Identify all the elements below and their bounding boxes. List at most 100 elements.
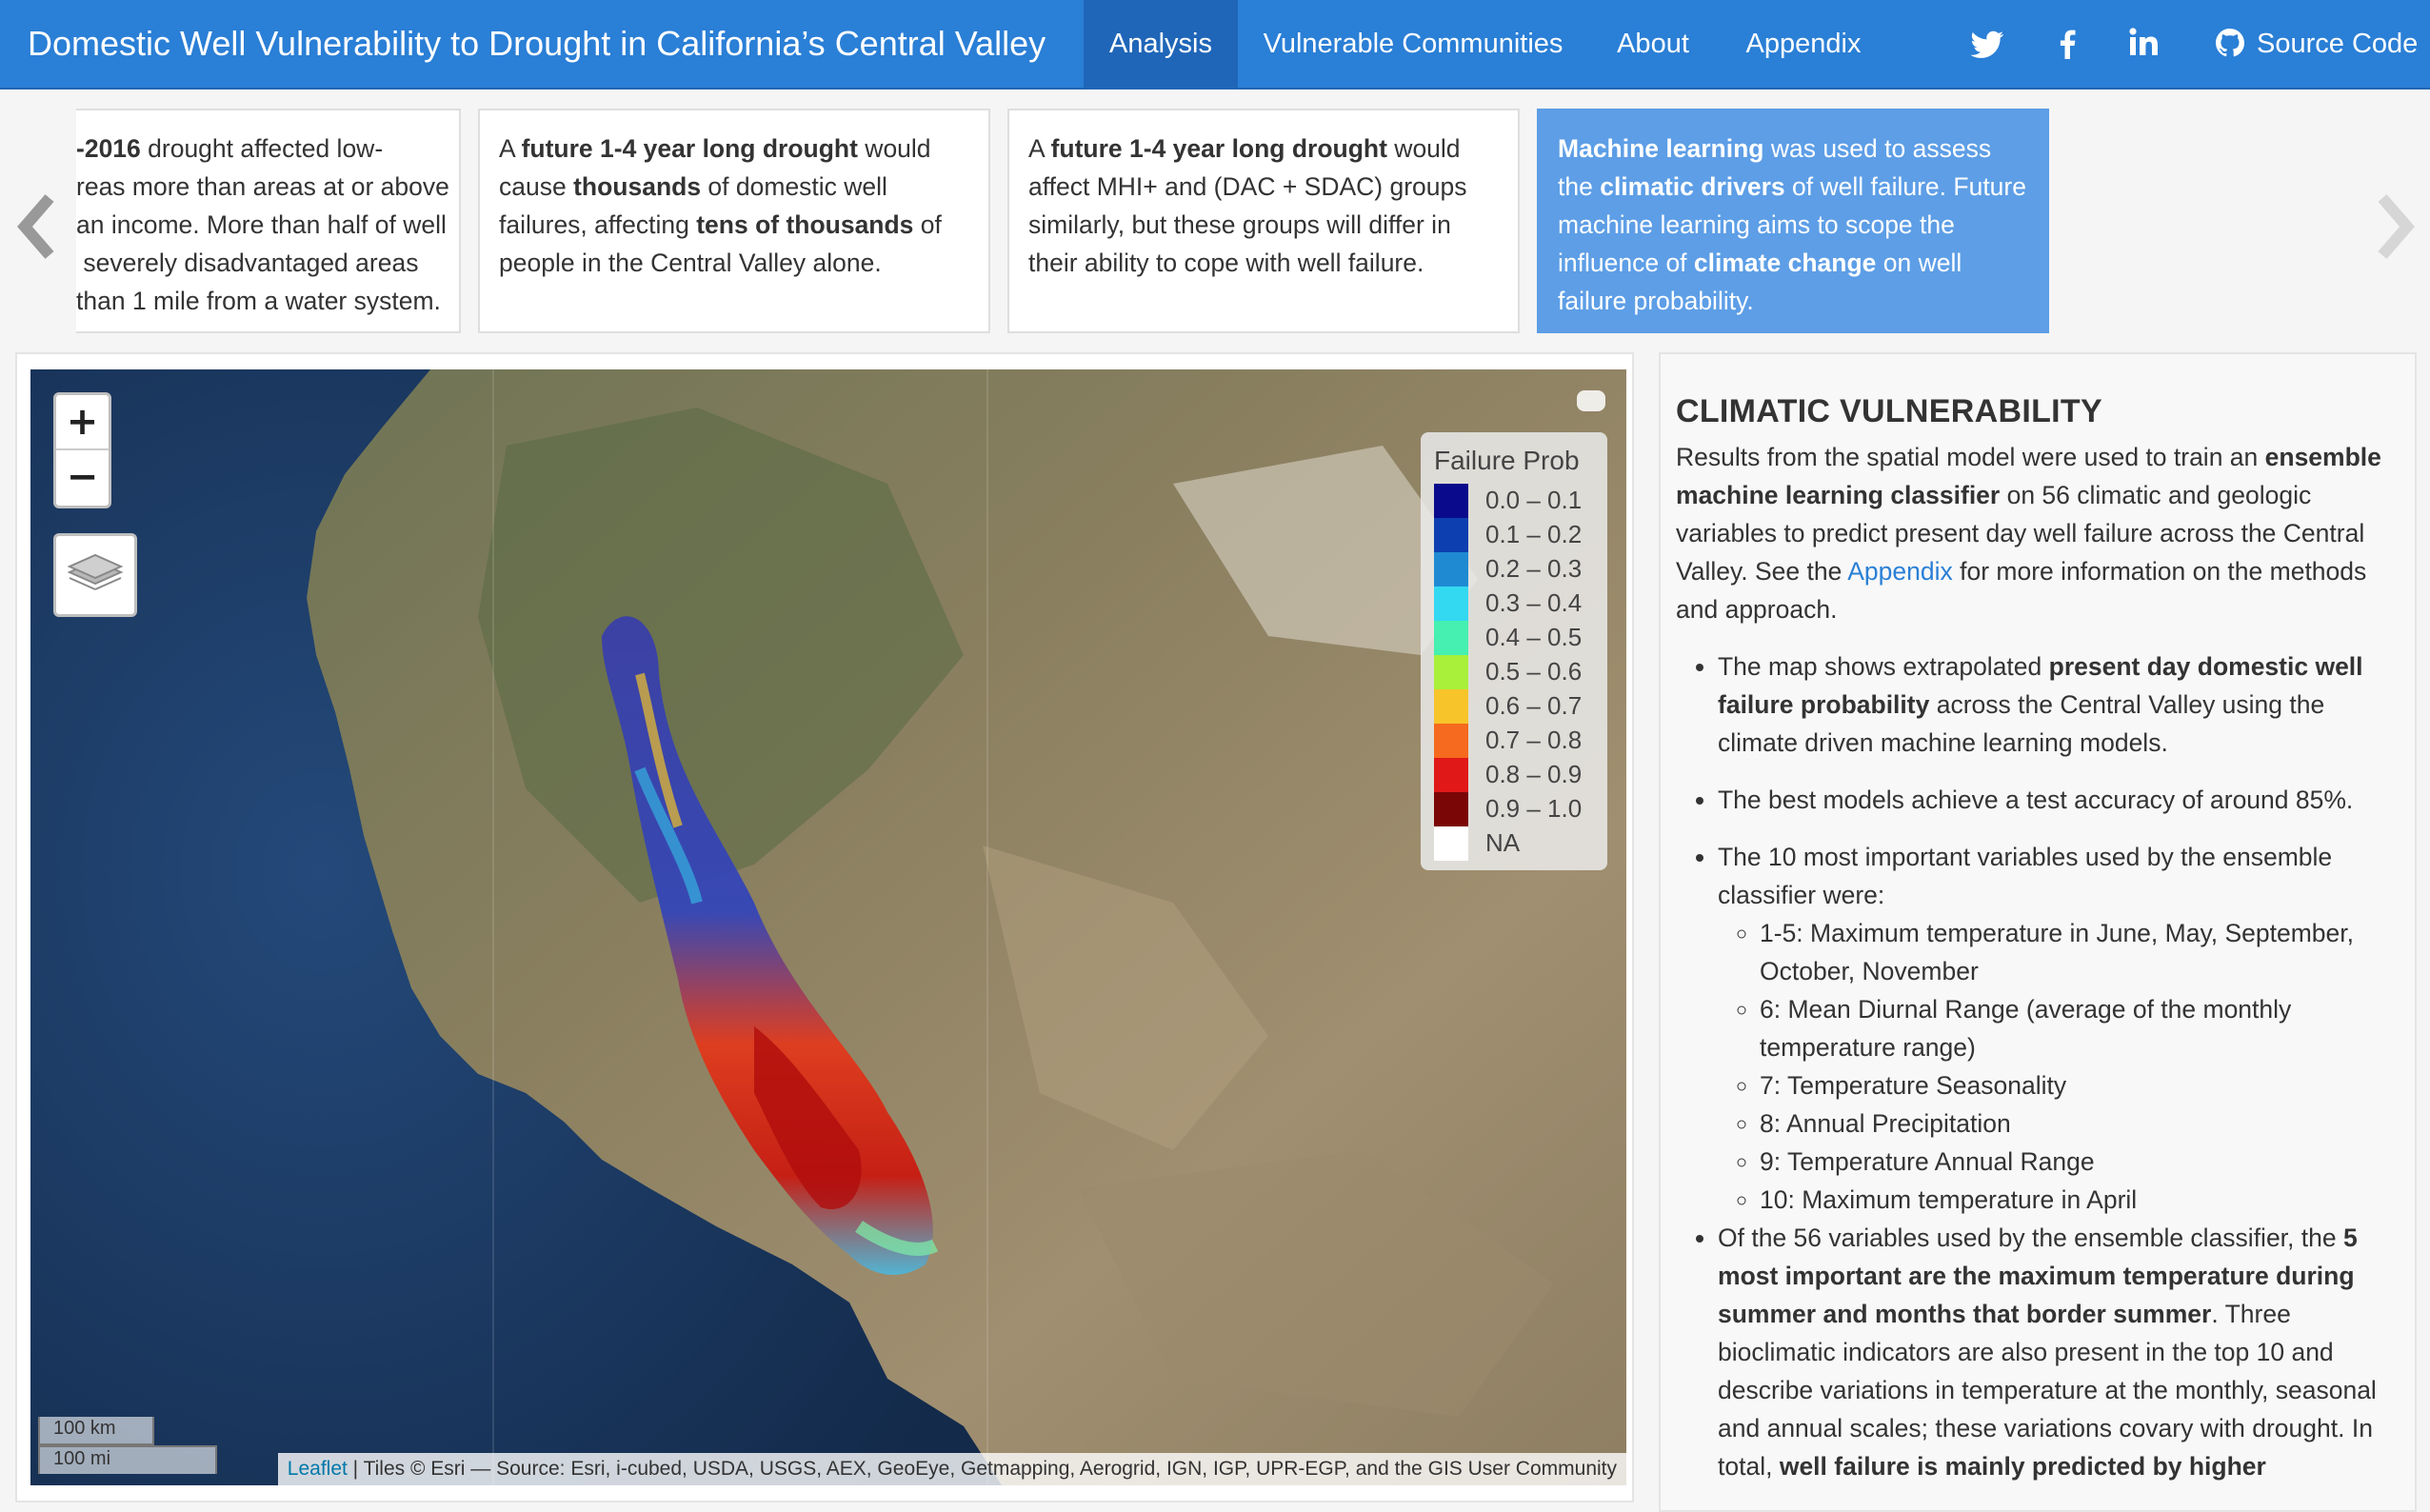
intro-paragraph: Results from the spatial model were used… — [1676, 438, 2401, 628]
summary-card-1[interactable]: -2016 drought affected low- reas more th… — [76, 109, 461, 333]
card4-bold: climate change — [1693, 249, 1877, 277]
card2-bold: tens of thousands — [696, 210, 914, 239]
legend-label: 0.0 – 0.1 — [1485, 486, 1583, 514]
legend-label: NA — [1485, 828, 1521, 857]
leaflet-link[interactable]: Leaflet — [288, 1458, 348, 1480]
map-attribution: Leaflet | Tiles © Esri — Source: Esri, i… — [277, 1453, 1626, 1485]
summary-card-2[interactable]: A future 1-4 year long drought would cau… — [478, 109, 990, 333]
linkedin-icon[interactable] — [2121, 19, 2167, 69]
list-item: Of the 56 variables used by the ensemble… — [1718, 1219, 2401, 1485]
card1-line1: drought affected low- — [140, 134, 384, 163]
list-item: The 10 most important variables used by … — [1718, 838, 2401, 1219]
card2-bold: thousands — [573, 172, 702, 201]
legend-swatch — [1434, 758, 1468, 792]
facebook-icon[interactable] — [2045, 19, 2091, 69]
findings-list: The map shows extrapolated present day d… — [1718, 647, 2401, 1485]
tab-appendix[interactable]: Appendix — [1718, 0, 1889, 88]
item-bold: well failure is mainly predicted by high… — [1779, 1452, 2266, 1481]
legend-label: 0.7 – 0.8 — [1485, 726, 1583, 754]
variable-item: 7: Temperature Seasonality — [1760, 1066, 2401, 1104]
legend-swatch — [1434, 792, 1468, 826]
legend-row: 0.4 – 0.5 — [1434, 621, 1607, 655]
legend-row: 0.9 – 1.0 — [1434, 792, 1607, 826]
carousel-prev-arrow[interactable] — [13, 189, 61, 265]
layers-toggle-button[interactable] — [53, 533, 137, 617]
legend-label: 0.5 – 0.6 — [1485, 657, 1583, 686]
card4-bold: Machine learning — [1558, 134, 1764, 163]
legend-row: 0.3 – 0.4 — [1434, 587, 1607, 621]
variable-item: 9: Temperature Annual Range — [1760, 1143, 2401, 1181]
panel-heading: CLIMATIC VULNERABILITY — [1676, 393, 2102, 429]
tab-vulnerable-communities[interactable]: Vulnerable Communities — [1238, 0, 1588, 88]
legend-swatch — [1434, 621, 1468, 655]
legend-swatch — [1434, 826, 1468, 861]
legend-label: 0.9 – 1.0 — [1485, 794, 1583, 823]
legend-row: 0.1 – 0.2 — [1434, 518, 1607, 552]
legend-label: 0.6 – 0.7 — [1485, 691, 1583, 720]
zoom-control: + − — [53, 392, 111, 508]
satellite-basemap — [30, 369, 1626, 1485]
failure-prob-legend: Failure Prob 0.0 – 0.1 0.1 – 0.2 0.2 – 0.3… — [1421, 432, 1607, 870]
legend-toggle-button[interactable] — [1577, 390, 1605, 411]
card2-text: A — [499, 134, 522, 163]
card1-line4: severely disadvantaged areas — [76, 249, 419, 277]
legend-row: 0.5 – 0.6 — [1434, 655, 1607, 689]
legend-swatch — [1434, 518, 1468, 552]
legend-label: 0.3 – 0.4 — [1485, 588, 1583, 617]
legend-label: 0.4 – 0.5 — [1485, 623, 1583, 651]
carousel-next-arrow[interactable] — [2371, 189, 2419, 265]
scale-bar-mi: 100 mi — [38, 1445, 217, 1474]
zoom-in-button[interactable]: + — [56, 395, 109, 450]
legend-label: 0.1 – 0.2 — [1485, 520, 1583, 548]
legend-swatch — [1434, 724, 1468, 758]
legend-swatch — [1434, 587, 1468, 621]
legend-swatch — [1434, 655, 1468, 689]
scale-bar-km: 100 km — [38, 1417, 154, 1445]
legend-row: 0.8 – 0.9 — [1434, 758, 1607, 792]
attribution-text: | Tiles © Esri — Source: Esri, i-cubed, … — [347, 1458, 1617, 1480]
legend-row: 0.7 – 0.8 — [1434, 724, 1607, 758]
legend-row: 0.2 – 0.3 — [1434, 552, 1607, 587]
top-variables-list: 1-5: Maximum temperature in June, May, S… — [1760, 914, 2401, 1219]
zoom-out-button[interactable]: − — [56, 450, 109, 506]
github-icon[interactable] — [2207, 19, 2253, 69]
legend-row: NA — [1434, 826, 1607, 861]
card2-bold: future 1-4 year long drought — [521, 134, 858, 163]
layers-icon — [67, 553, 124, 590]
card1-line2: reas more than areas at or above — [76, 172, 449, 201]
variable-item: 8: Annual Precipitation — [1760, 1104, 2401, 1143]
appendix-link[interactable]: Appendix — [1847, 557, 1953, 586]
tab-about[interactable]: About — [1588, 0, 1718, 88]
legend-label: 0.2 – 0.3 — [1485, 554, 1583, 583]
summary-carousel: -2016 drought affected low- reas more th… — [0, 91, 2430, 341]
legend-row: 0.0 – 0.1 — [1434, 484, 1607, 518]
list-item: The map shows extrapolated present day d… — [1718, 647, 2401, 762]
variable-item: 1-5: Maximum temperature in June, May, S… — [1760, 914, 2401, 990]
legend-row: 0.6 – 0.7 — [1434, 689, 1607, 724]
tab-analysis[interactable]: Analysis — [1084, 0, 1238, 88]
summary-card-3[interactable]: A future 1-4 year long drought would aff… — [1007, 109, 1520, 333]
item-text: Of the 56 variables used by the ensemble… — [1718, 1224, 2343, 1252]
legend-title: Failure Prob — [1434, 446, 1580, 475]
card1-line3: an income. More than half of well — [76, 210, 447, 239]
legend-rows: 0.0 – 0.1 0.1 – 0.2 0.2 – 0.3 0.3 – 0.4 0.4 … — [1434, 484, 1607, 861]
twitter-icon[interactable] — [1965, 19, 2011, 69]
card3-text: A — [1028, 134, 1051, 163]
navbar: Domestic Well Vulnerability to Drought i… — [0, 0, 2430, 90]
failure-probability-map[interactable]: + − Failure Prob 0.0 – 0.1 0.1 – 0.2 0.2 –… — [30, 369, 1626, 1485]
item-text: The map shows extrapolated — [1718, 652, 2049, 681]
source-code-link[interactable]: Source Code — [2257, 0, 2418, 88]
intro-text: Results from the spatial model were used… — [1676, 443, 2265, 471]
variable-item: 10: Maximum temperature in April — [1760, 1181, 2401, 1219]
legend-swatch — [1434, 552, 1468, 587]
site-title[interactable]: Domestic Well Vulnerability to Drought i… — [28, 0, 1046, 88]
legend-swatch — [1434, 689, 1468, 724]
item-text: The 10 most important variables used by … — [1718, 843, 2333, 909]
card4-bold: climatic drivers — [1600, 172, 1785, 201]
card1-bold: -2016 — [76, 134, 141, 163]
summary-card-4-active[interactable]: Machine learning was used to assess the … — [1537, 109, 2049, 333]
card1-line5: than 1 mile from a water system. — [76, 287, 441, 315]
variable-item: 6: Mean Diurnal Range (average of the mo… — [1760, 990, 2401, 1066]
legend-label: 0.8 – 0.9 — [1485, 760, 1583, 788]
legend-swatch — [1434, 484, 1468, 518]
